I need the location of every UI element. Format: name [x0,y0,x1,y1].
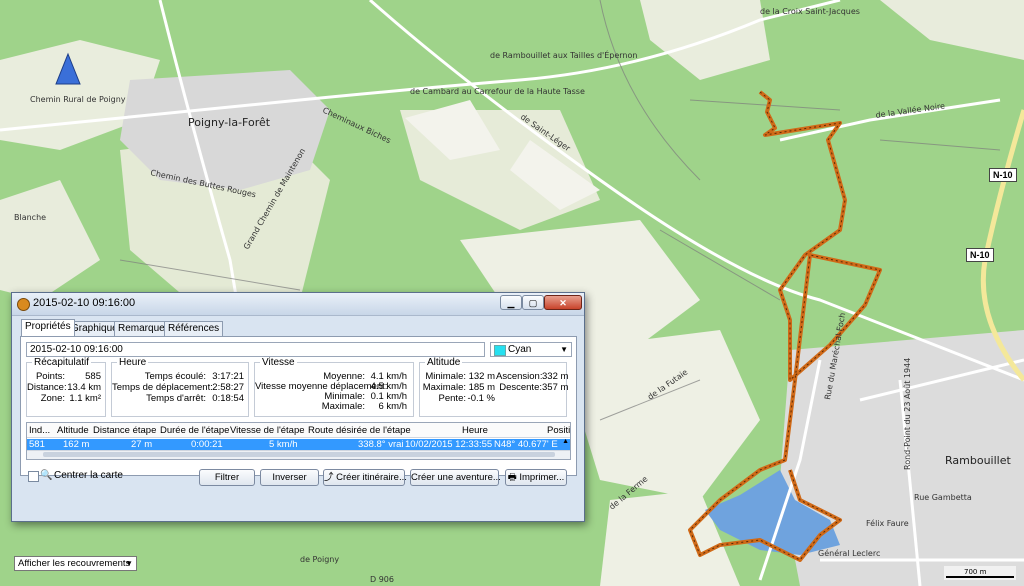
route-icon: ⤴ [324,472,337,483]
heure-label: Temps d'arrêt: [146,393,206,404]
dialog-title: 2015-02-10 09:16:00 [33,297,136,309]
color-dropdown-label: Cyan [508,344,532,355]
map-label-poigny-road: de Poigny [300,555,339,564]
altitude-label: Maximale: [422,382,466,393]
track-properties-dialog: 2015-02-10 09:16:00 ▁ ▢ ✕ Propriétés Gra… [11,292,585,522]
maximize-button[interactable]: ▢ [522,295,544,310]
create-route-label: Créer itinéraire... [336,472,407,483]
printer-icon: 🖶 [507,472,520,483]
column-header[interactable]: Durée de l'étape [160,425,229,436]
column-header[interactable]: Ind... [29,425,50,436]
group-title-vitesse: Vitesse [260,357,297,368]
dialog-titlebar[interactable]: 2015-02-10 09:16:00 ▁ ▢ ✕ [12,293,584,316]
horizontal-scrollbar[interactable] [27,450,570,459]
color-swatch [494,345,506,356]
recap-label: Points: [35,371,65,382]
column-header[interactable]: Position [547,425,570,436]
column-header[interactable]: Heure [462,425,488,436]
recap-value: 1.1 km² [69,393,101,404]
heure-value: 0:18:54 [212,393,244,404]
altitude-label: Ascension: [496,371,543,382]
column-header[interactable]: Vitesse de l'étape [230,425,305,436]
recap-value: 585 [85,371,101,382]
tab-references[interactable]: Références [164,321,224,336]
tab-proprietes[interactable]: Propriétés [21,319,75,336]
map-scale-bar: 700 m [944,566,1016,580]
overlay-dropdown-label: Afficher les recouvrements [18,558,131,569]
map-label-d906: D 906 [370,575,394,584]
recap-label: Zone: [40,393,65,404]
map-label-blanche: Blanche [14,213,46,222]
altitude-label: Minimale: [425,371,466,382]
altitude-value: -0.1 % [467,393,495,404]
road-badge-n10-top: N-10 [989,168,1017,182]
filter-button[interactable]: Filtrer [199,469,255,486]
center-map-label: Centrer la carte [54,470,123,481]
recap-value: 13.4 km [67,382,101,393]
altitude-label: Pente: [438,393,466,404]
heure-value: 3:17:21 [212,371,244,382]
print-button[interactable]: 🖶 Imprimer... [505,469,567,486]
close-button[interactable]: ✕ [544,295,582,310]
minimize-button[interactable]: ▁ [500,295,522,310]
group-vitesse: Vitesse Moyenne: 4.1 km/h Vitesse moyenn… [254,357,414,417]
vitesse-value: 6 km/h [378,401,407,412]
map-label-faure: Félix Faure [866,518,909,528]
vitesse-label: Maximale: [321,401,365,412]
chevron-down-icon: ▼ [125,559,133,568]
heure-label: Temps écoulé: [144,371,206,382]
map-label-cambard: de Cambard au Carrefour de la Haute Tass… [410,87,585,96]
track-name-input[interactable]: 2015-02-10 09:16:00 [26,342,485,357]
heure-label: Temps de déplacement: [112,382,213,393]
magnifier-icon: 🔍 [40,470,53,481]
column-header[interactable]: Distance étape [93,425,156,436]
group-heure: Heure Temps écoulé: 3:17:21 Temps de dép… [111,357,249,417]
scale-label: 700 m [964,568,987,576]
chevron-down-icon: ▼ [560,345,568,354]
scroll-up-icon[interactable]: ▲ [562,438,569,445]
map-label-rambouillet: Rambouillet [945,454,1011,467]
column-header[interactable]: Altitude [57,425,89,436]
create-route-button[interactable]: ⤴ Créer itinéraire... [323,469,407,486]
group-title-heure: Heure [117,357,149,368]
print-label: Imprimer... [519,472,565,483]
map-label-poigny: Poigny-la-Forêt [188,116,271,129]
color-dropdown[interactable]: Cyan ▼ [490,342,572,357]
road-badge-n10-mid: N-10 [966,248,994,262]
recap-label: Distance: [27,382,67,393]
group-title-altitude: Altitude [425,357,463,368]
map-label-chemin-rural: Chemin Rural de Poigny [30,95,126,104]
create-adventure-button[interactable]: Créer une aventure... [410,469,501,486]
altitude-value: 332 m [542,371,569,382]
center-map-checkbox[interactable] [28,471,39,482]
group-altitude: Altitude Minimale: 132 m Ascension: 332 … [419,357,569,417]
altitude-value: 357 m [542,382,569,393]
group-recap: Récapitulatif Points: 585 Distance: 13.4… [26,357,106,417]
column-header[interactable]: Route désirée de l'étape [308,425,411,436]
altitude-label: Descente: [499,382,542,393]
map-label-rond-point: Rond-Point du 23 Août 1944 [903,358,912,470]
group-title-recap: Récapitulatif [32,357,92,368]
track-icon [17,298,30,311]
heure-value: 2:58:27 [212,382,244,393]
map-label-gambetta: Rue Gambetta [914,493,972,502]
properties-panel: 2015-02-10 09:16:00 Cyan ▼ Récapitulatif… [20,336,577,476]
table-header: Ind... Altitude Distance étape Durée de … [27,423,570,438]
altitude-value: 185 m [468,382,495,393]
map-label-leclerc: Général Leclerc [818,548,880,558]
reverse-button[interactable]: Inverser [260,469,319,486]
map-label-croix: de la Croix Saint-Jacques [760,7,860,16]
overlay-dropdown[interactable]: Afficher les recouvrements ▼ [14,556,137,571]
scrollbar-thumb[interactable] [43,452,555,457]
map-label-rambouillet-tailles: de Rambouillet aux Tailles d'Épernon [490,49,637,60]
altitude-value: 132 m [468,371,495,382]
trackpoints-table[interactable]: Ind... Altitude Distance étape Durée de … [26,422,571,460]
